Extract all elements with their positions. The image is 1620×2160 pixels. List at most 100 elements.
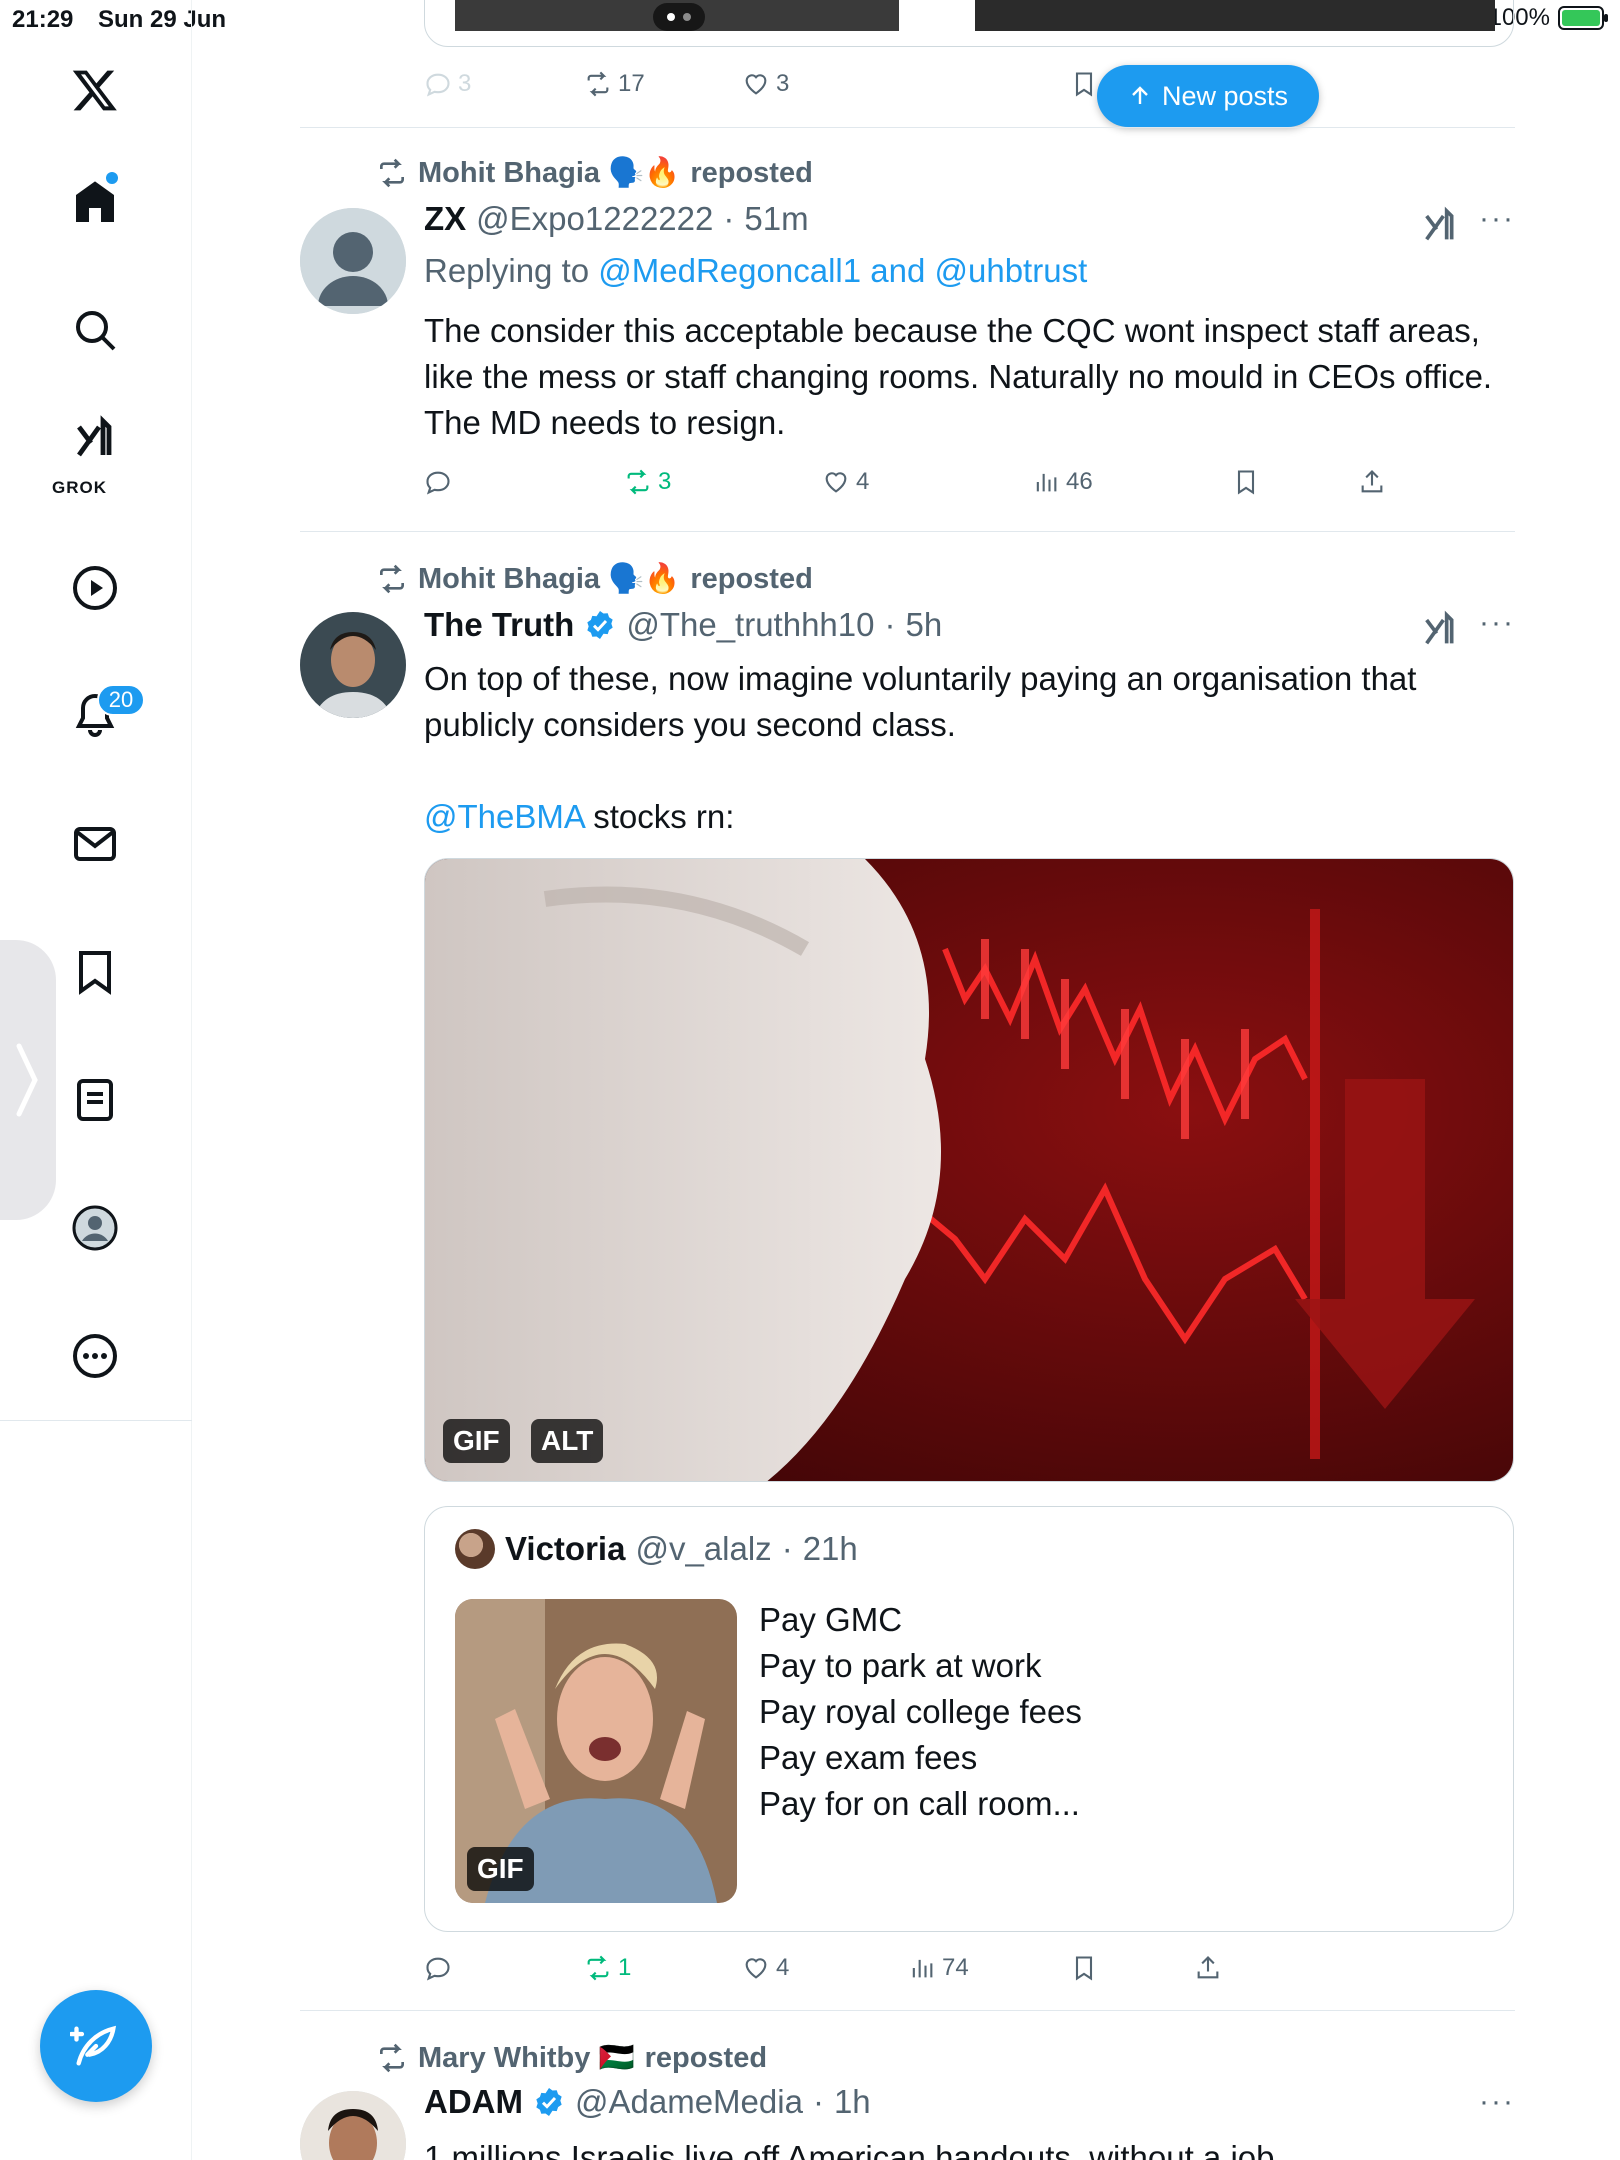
more-options-icon[interactable]: ··· <box>1479 202 1515 236</box>
heart-icon <box>825 472 847 493</box>
post-zx[interactable]: Mohit Bhagia 🗣️🔥 reposted ZX @Expo122222… <box>300 128 1515 531</box>
quoted-post[interactable]: Victoria @v_alalz · 21h GIF Pay GMC Pay … <box>424 1506 1514 1932</box>
gif-tag: GIF <box>467 1847 534 1891</box>
more-options-icon[interactable]: ··· <box>1479 2085 1515 2119</box>
post-header: ADAM @AdameMedia · 1h <box>424 2083 871 2121</box>
author-name[interactable]: ADAM <box>424 2083 523 2121</box>
share-icon <box>1361 470 1383 493</box>
repost-button[interactable]: 3 <box>624 462 671 502</box>
bookmark-icon <box>1237 470 1255 495</box>
author-name[interactable]: ZX <box>424 200 466 238</box>
replying-and[interactable]: and <box>870 252 925 289</box>
nav-profile-icon[interactable] <box>45 1178 145 1278</box>
share-button[interactable] <box>1194 1948 1222 1988</box>
author-handle[interactable]: @AdameMedia <box>575 2083 803 2121</box>
repost-icon <box>380 564 404 594</box>
nav-home-icon[interactable] <box>45 152 145 252</box>
repost-attribution: Mohit Bhagia 🗣️🔥 reposted <box>376 156 813 190</box>
author-handle[interactable]: @Expo1222222 <box>476 200 713 238</box>
repost-by-name[interactable]: Mohit Bhagia 🗣️🔥 <box>418 156 680 190</box>
repost-count: 1 <box>618 1954 632 1981</box>
replying-to: Replying to @MedRegoncall1 and @uhbtrust <box>424 252 1087 290</box>
previous-post-media[interactable] <box>424 0 1514 47</box>
like-button[interactable]: 4 <box>822 462 869 502</box>
repost-suffix: reposted <box>644 2041 768 2074</box>
bookmark-button[interactable] <box>1070 1948 1098 1988</box>
views-button[interactable]: 74 <box>908 1948 969 1988</box>
more-options-icon[interactable]: ··· <box>1479 606 1515 640</box>
views-button[interactable]: 46 <box>1032 462 1093 502</box>
like-button[interactable]: 4 <box>742 1948 789 1988</box>
repost-attribution: Mary Whitby 🇵🇸 reposted <box>376 2041 767 2075</box>
repost-button[interactable]: 1 <box>584 1948 631 1988</box>
reply-button[interactable]: 3 <box>424 64 471 104</box>
nav-more-icon[interactable] <box>45 1306 145 1406</box>
post-adam[interactable]: Mary Whitby 🇵🇸 reposted ADAM @AdameMedia… <box>300 2011 1515 2160</box>
post-text: 1 millions Israelis live off American ha… <box>424 2139 1275 2160</box>
x-logo[interactable] <box>45 40 145 140</box>
repost-by-name[interactable]: Mohit Bhagia 🗣️🔥 <box>418 562 680 596</box>
quoted-line: Pay for on call room... <box>759 1785 1080 1822</box>
bookmark-button[interactable] <box>1070 64 1098 104</box>
post-text: The consider this acceptable because the… <box>424 312 1493 441</box>
mention-link[interactable]: @uhbtrust <box>935 252 1088 289</box>
reply-icon <box>426 73 450 97</box>
media-thumb-2 <box>975 0 1495 31</box>
grok-explain-icon[interactable] <box>1420 206 1460 246</box>
avatar[interactable] <box>300 2091 406 2160</box>
view-count: 46 <box>1066 468 1093 495</box>
compose-feather-icon <box>70 2025 117 2066</box>
bookmark-button[interactable] <box>1232 462 1260 502</box>
like-button[interactable]: 3 <box>742 64 789 104</box>
repost-button[interactable]: 17 <box>584 64 645 104</box>
reply-icon <box>426 1957 450 1981</box>
share-button[interactable] <box>1358 462 1386 502</box>
separator-dot: · <box>723 200 735 237</box>
drawer-handle[interactable] <box>0 940 56 1220</box>
mention-link[interactable]: @TheBMA <box>424 798 584 835</box>
share-icon <box>1197 1956 1219 1979</box>
repost-by-name[interactable]: Mary Whitby 🇵🇸 <box>418 2041 635 2075</box>
nav-video-icon[interactable] <box>45 538 145 638</box>
compose-button[interactable] <box>40 1990 152 2102</box>
separator-dot: · <box>812 2083 824 2120</box>
quoted-author-name[interactable]: Victoria <box>505 1530 625 1568</box>
quoted-avatar[interactable] <box>455 1529 495 1569</box>
repost-icon <box>380 2043 404 2073</box>
post-text-line: On top of these, now imagine voluntarily… <box>424 660 1417 743</box>
gif-tag: GIF <box>443 1419 510 1463</box>
mention-link[interactable]: @MedRegoncall1 <box>598 252 861 289</box>
post-time[interactable]: 5h <box>906 606 943 644</box>
new-posts-button[interactable]: New posts <box>1097 65 1319 127</box>
author-handle[interactable]: @The_truthhh10 <box>626 606 874 644</box>
avatar[interactable] <box>300 612 406 718</box>
view-count: 74 <box>942 1954 969 1981</box>
separator-dot: · <box>781 1530 793 1567</box>
post-actions: 3 4 46 <box>424 462 1424 502</box>
grok-explain-icon[interactable] <box>1420 610 1460 650</box>
post-time[interactable]: 1h <box>834 2083 871 2121</box>
avatar[interactable] <box>300 208 406 314</box>
nav-notifications-icon[interactable] <box>45 666 145 766</box>
quoted-post-header: Victoria @v_alalz · 21h <box>455 1529 858 1569</box>
alt-text-button[interactable]: ALT <box>531 1419 604 1463</box>
quoted-author-handle[interactable]: @v_alalz <box>635 1530 771 1568</box>
reply-button[interactable] <box>424 1948 452 1988</box>
quoted-gif-media[interactable]: GIF <box>455 1599 737 1903</box>
nav-lists-icon[interactable] <box>45 1050 145 1150</box>
main-feed: 3 17 3 New posts Mohit Bhagia 🗣️🔥 repost… <box>300 0 1515 2160</box>
grok-label: GROK <box>52 478 107 497</box>
author-avatar-image <box>300 2091 406 2160</box>
verified-badge-icon <box>587 611 613 639</box>
post-header: The Truth @The_truthhh10 · 5h <box>424 606 942 644</box>
post-time[interactable]: 51m <box>744 200 808 238</box>
post-actions: 1 4 74 <box>424 1948 1424 1988</box>
like-count: 4 <box>856 468 870 495</box>
nav-search-icon[interactable] <box>45 280 145 380</box>
gif-media[interactable]: GIF ALT <box>424 858 1514 1482</box>
nav-bookmarks-icon[interactable] <box>45 922 145 1022</box>
views-icon <box>1036 473 1057 492</box>
author-name[interactable]: The Truth <box>424 606 574 644</box>
nav-messages-icon[interactable] <box>45 794 145 894</box>
reply-button[interactable] <box>424 462 452 502</box>
